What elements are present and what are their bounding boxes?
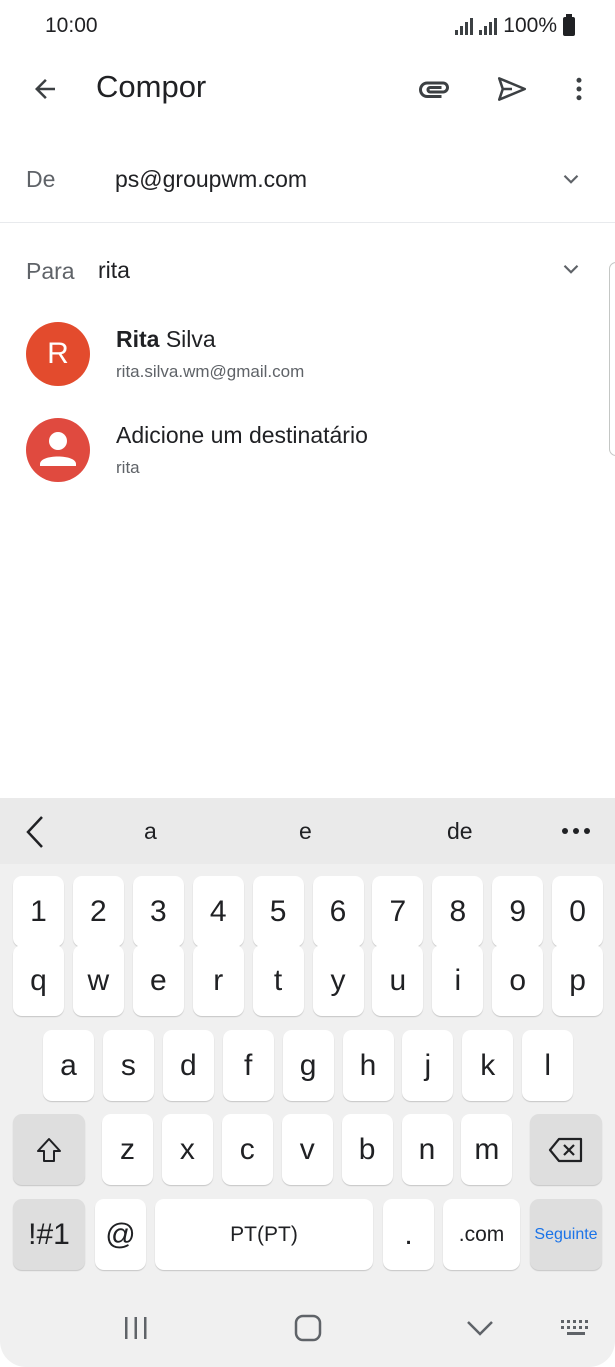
symbols-key[interactable]: !#1 [13, 1199, 85, 1270]
key-period[interactable]: . [383, 1199, 434, 1270]
status-bar: 10:00 100% [0, 0, 615, 55]
key-d[interactable]: d [162, 1030, 214, 1101]
key-w[interactable]: w [72, 945, 124, 1016]
key-o[interactable]: o [492, 945, 544, 1016]
status-time: 10:00 [45, 14, 98, 37]
chevron-left-icon[interactable] [20, 814, 50, 850]
scrollbar[interactable] [609, 262, 615, 456]
from-value[interactable]: ps@groupwm.com [115, 166, 307, 193]
key-9[interactable]: 9 [492, 876, 544, 947]
send-icon [497, 77, 527, 101]
key-p[interactable]: p [552, 945, 604, 1016]
key-y[interactable]: y [312, 945, 364, 1016]
key-r[interactable]: r [192, 945, 244, 1016]
prediction-word[interactable]: e [299, 818, 312, 845]
contact-email: rita.silva.wm@gmail.com [116, 362, 305, 381]
more-vert-icon [576, 77, 582, 101]
key-at[interactable]: @ [95, 1199, 146, 1270]
backspace-key[interactable] [530, 1114, 602, 1185]
back-button[interactable] [22, 69, 68, 109]
attachment-icon [419, 81, 449, 98]
key-1[interactable]: 1 [13, 876, 64, 947]
shift-key[interactable] [13, 1114, 85, 1185]
add-recipient-sub: rita [116, 458, 140, 477]
key-q[interactable]: q [13, 945, 64, 1016]
signal-icon [455, 17, 474, 35]
prediction-bar: a e de [0, 798, 615, 864]
space-key[interactable]: PT(PT) [155, 1199, 373, 1270]
to-row: Para [0, 228, 615, 308]
backspace-icon [548, 1137, 583, 1162]
key-7[interactable]: 7 [372, 876, 424, 947]
key-b[interactable]: b [341, 1114, 393, 1185]
key-e[interactable]: e [132, 945, 184, 1016]
key-u[interactable]: u [372, 945, 424, 1016]
key-x[interactable]: x [161, 1114, 213, 1185]
contact-name: Rita Silva [116, 326, 216, 352]
key-v[interactable]: v [281, 1114, 333, 1185]
key-0[interactable]: 0 [552, 876, 604, 947]
key-8[interactable]: 8 [432, 876, 484, 947]
app-bar: Compor [0, 55, 615, 123]
keyboard-icon [561, 1320, 588, 1335]
suggestion-add-recipient[interactable]: Adicione um destinatário rita [0, 406, 600, 498]
chevron-down-icon[interactable] [557, 165, 585, 193]
suggestion-contact[interactable]: R Rita Silva rita.silva.wm@gmail.com [0, 310, 600, 402]
chevron-down-icon[interactable] [557, 255, 585, 283]
signal-icon-2 [479, 17, 498, 35]
key-g[interactable]: g [282, 1030, 334, 1101]
from-row[interactable]: De ps@groupwm.com [0, 138, 615, 223]
key-m[interactable]: m [461, 1114, 513, 1185]
page-title: Compor [96, 69, 207, 104]
key-z[interactable]: z [102, 1114, 153, 1185]
battery-icon [563, 13, 575, 36]
add-recipient-label: Adicione um destinatário [116, 422, 368, 448]
hide-keyboard-button[interactable] [450, 1306, 510, 1350]
key-f[interactable]: f [222, 1030, 274, 1101]
key-h[interactable]: h [342, 1030, 394, 1101]
key-i[interactable]: i [432, 945, 484, 1016]
avatar: R [26, 322, 90, 386]
key-n[interactable]: n [401, 1114, 453, 1185]
key-a[interactable]: a [43, 1030, 94, 1101]
shift-icon [37, 1137, 61, 1162]
from-label: De [26, 166, 56, 192]
attach-button[interactable] [410, 67, 458, 111]
key-2[interactable]: 2 [72, 876, 124, 947]
status-icons: 100% [455, 13, 575, 38]
keyboard-switch-button[interactable] [546, 1306, 606, 1350]
prediction-word[interactable]: a [144, 818, 157, 845]
more-options-button[interactable] [556, 67, 602, 111]
key-4[interactable]: 4 [192, 876, 244, 947]
more-horiz-icon[interactable] [559, 814, 593, 848]
key-dotcom[interactable]: .com [443, 1199, 520, 1270]
battery-percent: 100% [503, 14, 557, 37]
home-button[interactable] [278, 1306, 338, 1350]
send-button[interactable] [488, 67, 536, 111]
key-c[interactable]: c [221, 1114, 273, 1185]
home-icon [294, 1314, 322, 1342]
to-label: Para [26, 258, 75, 284]
chevron-down-icon [467, 1321, 493, 1336]
navigation-bar [0, 1288, 615, 1367]
key-j[interactable]: j [402, 1030, 454, 1101]
key-s[interactable]: s [102, 1030, 154, 1101]
person-icon [26, 418, 90, 482]
to-input[interactable] [98, 252, 518, 288]
keyboard: a e de 1234567890qwertyuiopasdfghjklzxcv… [0, 798, 615, 1367]
key-3[interactable]: 3 [132, 876, 184, 947]
key-6[interactable]: 6 [312, 876, 364, 947]
recent-apps-icon [125, 1317, 147, 1339]
arrow-back-icon [35, 79, 55, 99]
key-5[interactable]: 5 [252, 876, 304, 947]
key-l[interactable]: l [522, 1030, 574, 1101]
prediction-word[interactable]: de [447, 818, 473, 845]
enter-key[interactable]: Seguinte [530, 1199, 602, 1270]
key-t[interactable]: t [252, 945, 304, 1016]
recent-apps-button[interactable] [106, 1306, 166, 1350]
key-k[interactable]: k [462, 1030, 514, 1101]
